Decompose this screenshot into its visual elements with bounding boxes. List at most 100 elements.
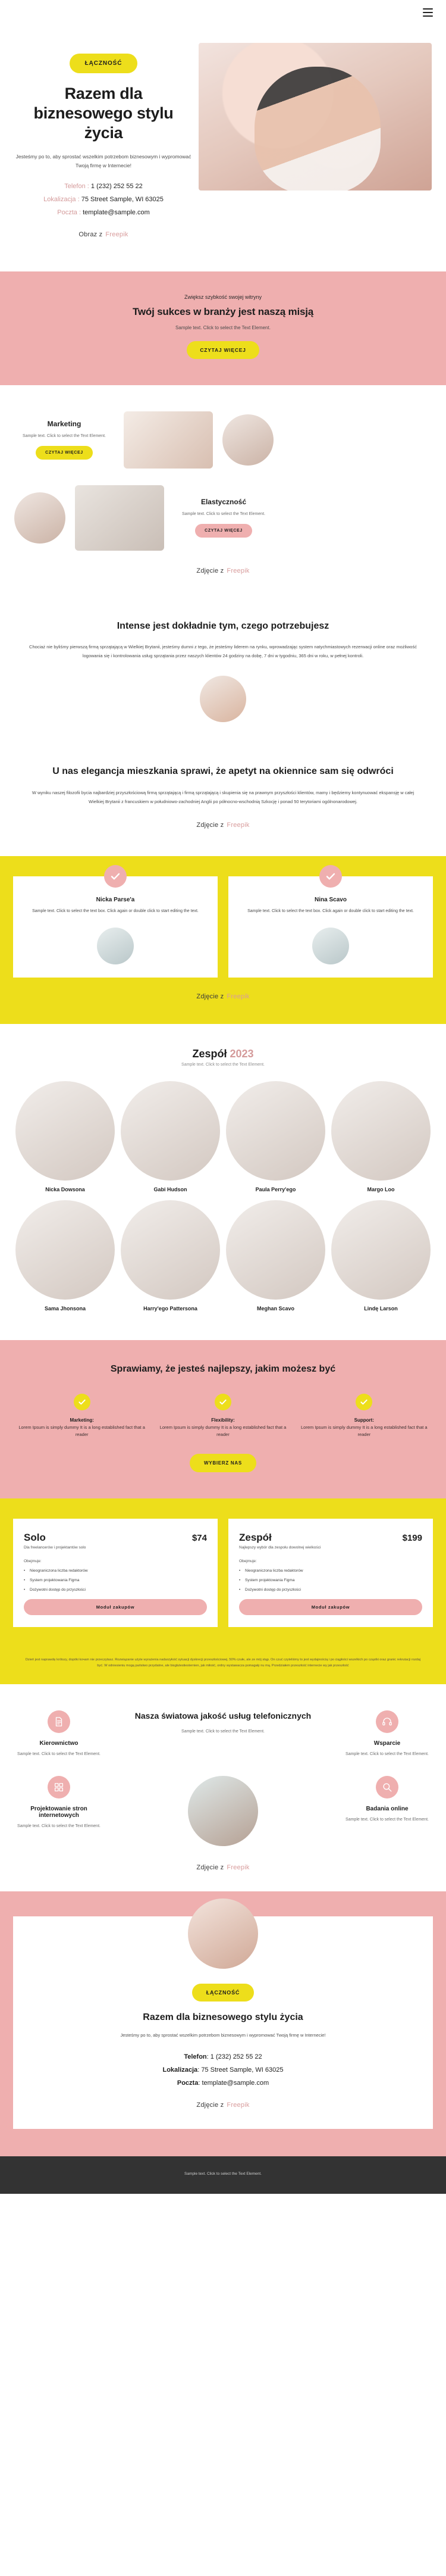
credit-prefix: Zdjęcie z [196,1864,224,1872]
feature-flexibility: Elastyczność Sample text. Click to selec… [174,498,274,538]
team-member: Sama Jhonsona [15,1200,115,1313]
contact-email-value[interactable]: template@sample.com [202,2079,269,2087]
hero-contact-location-label: Lokalizacja [43,195,76,203]
plan-feature-list: Nieograniczona liczba redaktorów System … [239,1568,422,1593]
benefit-item: Marketing: Lorem Ipsum is simply dummy I… [15,1394,148,1438]
check-icon [319,865,342,888]
service-title: Badania online [366,1806,409,1813]
avatar [226,1081,325,1181]
credit-link[interactable]: Freepik [227,993,249,1000]
testimonials-section: Nicka Parse'a Sample text. Click to sele… [0,856,446,1024]
credit-prefix: Zdjęcie z [196,992,224,1000]
service-title: Kierownictwo [39,1740,78,1747]
services-image-credit: Zdjęcie z Freepik [14,1864,432,1871]
plan-name: Zespół [239,1532,272,1544]
pricing-legal-text: Dzień jest naprawdę krótszy, dopóki kочa… [0,1643,446,1685]
mission-subtitle: Sample text. Click to select the Text El… [175,324,271,330]
check-icon [356,1394,373,1411]
benefit-title: Support: [354,1417,374,1423]
benefits-section: Sprawiamy, że jesteś najlepszy, jakim mo… [0,1339,446,1499]
intense-body: Chociaż nie byliśmy pierwszą firmą sprzą… [29,644,417,658]
services-center-image-wrap [113,1776,333,1847]
hero-contact-phone-value[interactable]: 1 (232) 252 55 22 [91,183,143,190]
service-text: Sample text. Click to select the Text El… [346,1752,429,1757]
document-icon [48,1710,70,1734]
testimonial-name: Nicka Parse'a [96,897,135,904]
intense-avatar [200,676,246,723]
team-member: Paula Perry'ego [226,1081,325,1194]
feature-flexibility-button[interactable]: CZYTAJ WIĘCEJ [195,524,252,538]
team-member: Meghan Scavo [226,1200,325,1313]
team-title: Zespół 2023 [15,1048,431,1060]
testimonial-text: Sample text. Click to select the text bo… [32,909,199,914]
feature-flexibility-text: Sample text. Click to select the Text El… [182,512,265,517]
service-title: Projektowanie stron internetowych [30,1806,87,1819]
plan-subtitle: Najlepszy wybór dla zespołu dowolnej wie… [239,1545,321,1550]
contact-title: Razem dla biznesowego stylu życia [143,2012,303,2023]
plan-feature: Nieograniczona liczba redaktorów [239,1568,422,1573]
intense-section: Intense jest dokładnie tym, czego potrze… [0,592,446,750]
sep: : [85,182,91,190]
team-member: Margo Loo [331,1081,431,1194]
plan-buy-button[interactable]: Moduł zakupów [239,1598,422,1615]
plan-buy-button[interactable]: Moduł zakupów [24,1598,207,1615]
hero-contact-email-label: Poczta [57,208,77,216]
avatar [331,1200,431,1300]
credit-link[interactable]: Freepik [227,822,249,829]
check-icon [104,865,127,888]
plan-name: Solo [24,1532,46,1544]
avatar [15,1081,115,1181]
contact-phone: Telefon: 1 (232) 252 55 22 [29,2050,417,2063]
hero-photo [199,43,432,191]
credit-link[interactable]: Freepik [227,567,249,574]
hero-contact-email-value[interactable]: template@sample.com [83,209,150,216]
service-item: Badania online Sample text. Click to sel… [343,1776,432,1824]
features-image-credit: Zdjęcie z Freepik [14,567,432,574]
services-headline-text: Sample text. Click to select the Text El… [181,1729,265,1734]
pricing-card: Solo $74 Dla freelancerów i projektantów… [13,1519,218,1627]
service-title: Wsparcie [373,1740,401,1747]
mission-read-more-button[interactable]: CZYTAJ WIĘCEJ [187,341,259,359]
grid-icon [48,1776,70,1799]
elegance-body: W wyniku naszej filozofii bycia najbardz… [32,790,414,804]
check-icon [214,1394,231,1411]
choose-us-button[interactable]: WYBIERZ NAS [190,1454,256,1473]
elegance-section: U nas elegancja mieszkania sprawi, że ap… [0,750,446,856]
service-text: Sample text. Click to select the Text El… [346,1818,429,1822]
feature-marketing-text: Sample text. Click to select the Text El… [23,434,106,439]
contact-image-credit: Zdjęcie z Freepik [29,2102,417,2109]
credit-link[interactable]: Freepik [105,231,128,238]
contact-phone-value[interactable]: 1 (232) 252 55 22 [211,2053,262,2060]
hamburger-icon[interactable] [423,8,433,19]
benefit-title: Flexibility: [211,1417,235,1423]
sep: : [77,208,83,216]
contact-email: Poczta: template@sample.com [29,2077,417,2090]
contact-photo [188,1899,258,1969]
plan-price: $199 [402,1533,422,1544]
pricing-card: Zespół $199 Najlepszy wybór dla zespołu … [228,1519,433,1627]
intense-title: Intense jest dokładnie tym, czego potrze… [117,620,329,631]
credit-link[interactable]: Freepik [227,2102,249,2109]
page-title: Razem dla biznesowego stylu życia [33,85,174,142]
mission-section: Zwiększ szybkość swojej witryny Twój suk… [0,271,446,385]
hero-image-credit: Obraz z Freepik [14,231,193,238]
team-member-name: Paula Perry'ego [255,1186,296,1192]
landing-page: ŁĄCZNOŚĆ Razem dla biznesowego stylu życ… [0,0,446,2194]
team-member: Harry'ego Pattersona [121,1200,220,1313]
feature-marketing-button[interactable]: CZYTAJ WIĘCEJ [36,446,93,460]
team-member-name: Harry'ego Pattersona [143,1306,197,1312]
headset-icon [376,1710,398,1734]
service-item: Kierownictwo Sample text. Click to selec… [14,1710,103,1758]
pricing-section: Solo $74 Dla freelancerów i projektantów… [0,1498,446,1644]
team-member-name: Gabi Hudson [153,1186,187,1192]
plan-subtitle: Dla freelancerów i projektantów solo [24,1545,86,1550]
feature-flexibility-image [75,485,164,551]
benefits-title: Sprawiamy, że jesteś najlepszy, jakim mo… [110,1363,336,1374]
footer-bar: Sample text. Click to select the Text El… [0,2156,446,2194]
elegance-title: U nas elegancja mieszkania sprawi, że ap… [52,766,394,777]
credit-link[interactable]: Freepik [227,1864,249,1871]
mission-title: Twój sukces w branży jest naszą misją [132,305,314,317]
contact-tag-button[interactable]: ŁĄCZNOŚĆ [191,1984,255,2002]
hero-tag-button[interactable]: ŁĄCZNOŚĆ [69,54,138,73]
benefit-text: Lorem Ipsum is simply dummy It is a long… [18,1425,145,1438]
